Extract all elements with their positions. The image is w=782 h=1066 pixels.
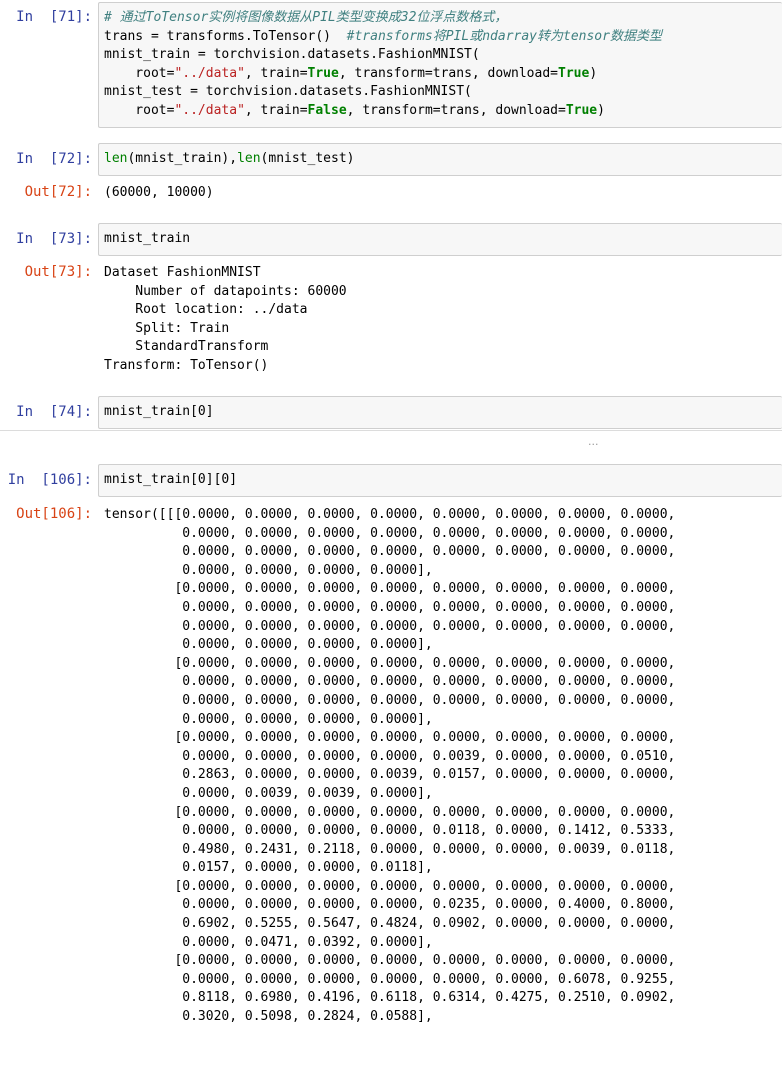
code-text: mnist_train = torchvision.datasets.Fashi… xyxy=(104,47,480,63)
code-text: mnist_train[0][0] xyxy=(104,472,238,487)
code-comment: # 通过ToTensor实例将图像数据从PIL类型变换成32位浮点数格式， xyxy=(104,10,508,25)
cell-output: tensor([[[0.0000, 0.0000, 0.0000, 0.0000… xyxy=(104,507,676,1025)
input-prompt: In [72]: xyxy=(16,151,92,167)
code-string: "../data" xyxy=(174,65,245,81)
output-prompt: Out[73]: xyxy=(24,264,92,280)
code-input-area[interactable]: # 通过ToTensor实例将图像数据从PIL类型变换成32位浮点数格式， tr… xyxy=(98,2,782,128)
code-builtin: len xyxy=(237,151,261,166)
code-text: , transform=trans, download= xyxy=(338,65,558,81)
code-keyword: True xyxy=(565,102,598,118)
output-prompt: Out[72]: xyxy=(24,184,92,200)
code-text: ) xyxy=(597,102,605,118)
code-text: , train= xyxy=(244,102,308,118)
input-prompt: In [71]: xyxy=(16,9,92,25)
code-keyword: True xyxy=(558,65,590,81)
code-text: (mnist_test) xyxy=(260,151,355,166)
code-input-area[interactable]: mnist_train[0] xyxy=(98,396,782,429)
code-text: root= xyxy=(104,65,175,81)
collapsed-output-bar[interactable]: ... xyxy=(0,430,782,453)
output-prompt: Out[106]: xyxy=(16,506,92,522)
code-text: , train= xyxy=(244,65,308,81)
code-text: root= xyxy=(104,102,175,118)
code-keyword: True xyxy=(307,65,339,81)
collapsed-output-ellipsis[interactable]: ... xyxy=(588,435,599,448)
cell-output: Dataset FashionMNIST Number of datapoint… xyxy=(104,265,347,373)
code-input-area[interactable]: mnist_train xyxy=(98,223,782,256)
code-keyword: False xyxy=(307,102,347,118)
code-text: mnist_test = torchvision.datasets.Fashio… xyxy=(104,84,472,100)
code-builtin: len xyxy=(104,151,128,166)
code-string: "../data" xyxy=(174,102,245,118)
cell-output: (60000, 10000) xyxy=(104,185,214,200)
code-text: trans = transforms.ToTensor() xyxy=(104,28,347,44)
code-text: , transform=trans, download= xyxy=(346,102,566,118)
input-prompt: In [73]: xyxy=(16,231,92,247)
input-prompt: In [74]: xyxy=(16,404,92,420)
input-prompt: In [106]: xyxy=(7,472,92,488)
code-text: mnist_train xyxy=(104,231,191,246)
code-input-area[interactable]: len(mnist_train),len(mnist_test) xyxy=(98,143,782,176)
code-text: (mnist_train), xyxy=(127,151,238,166)
code-input-area[interactable]: mnist_train[0][0] xyxy=(98,464,782,497)
code-comment: #transforms将PIL或ndarray转为tensor数据类型 xyxy=(346,28,662,44)
code-text: mnist_train[0] xyxy=(104,404,214,419)
code-text: ) xyxy=(589,65,598,81)
